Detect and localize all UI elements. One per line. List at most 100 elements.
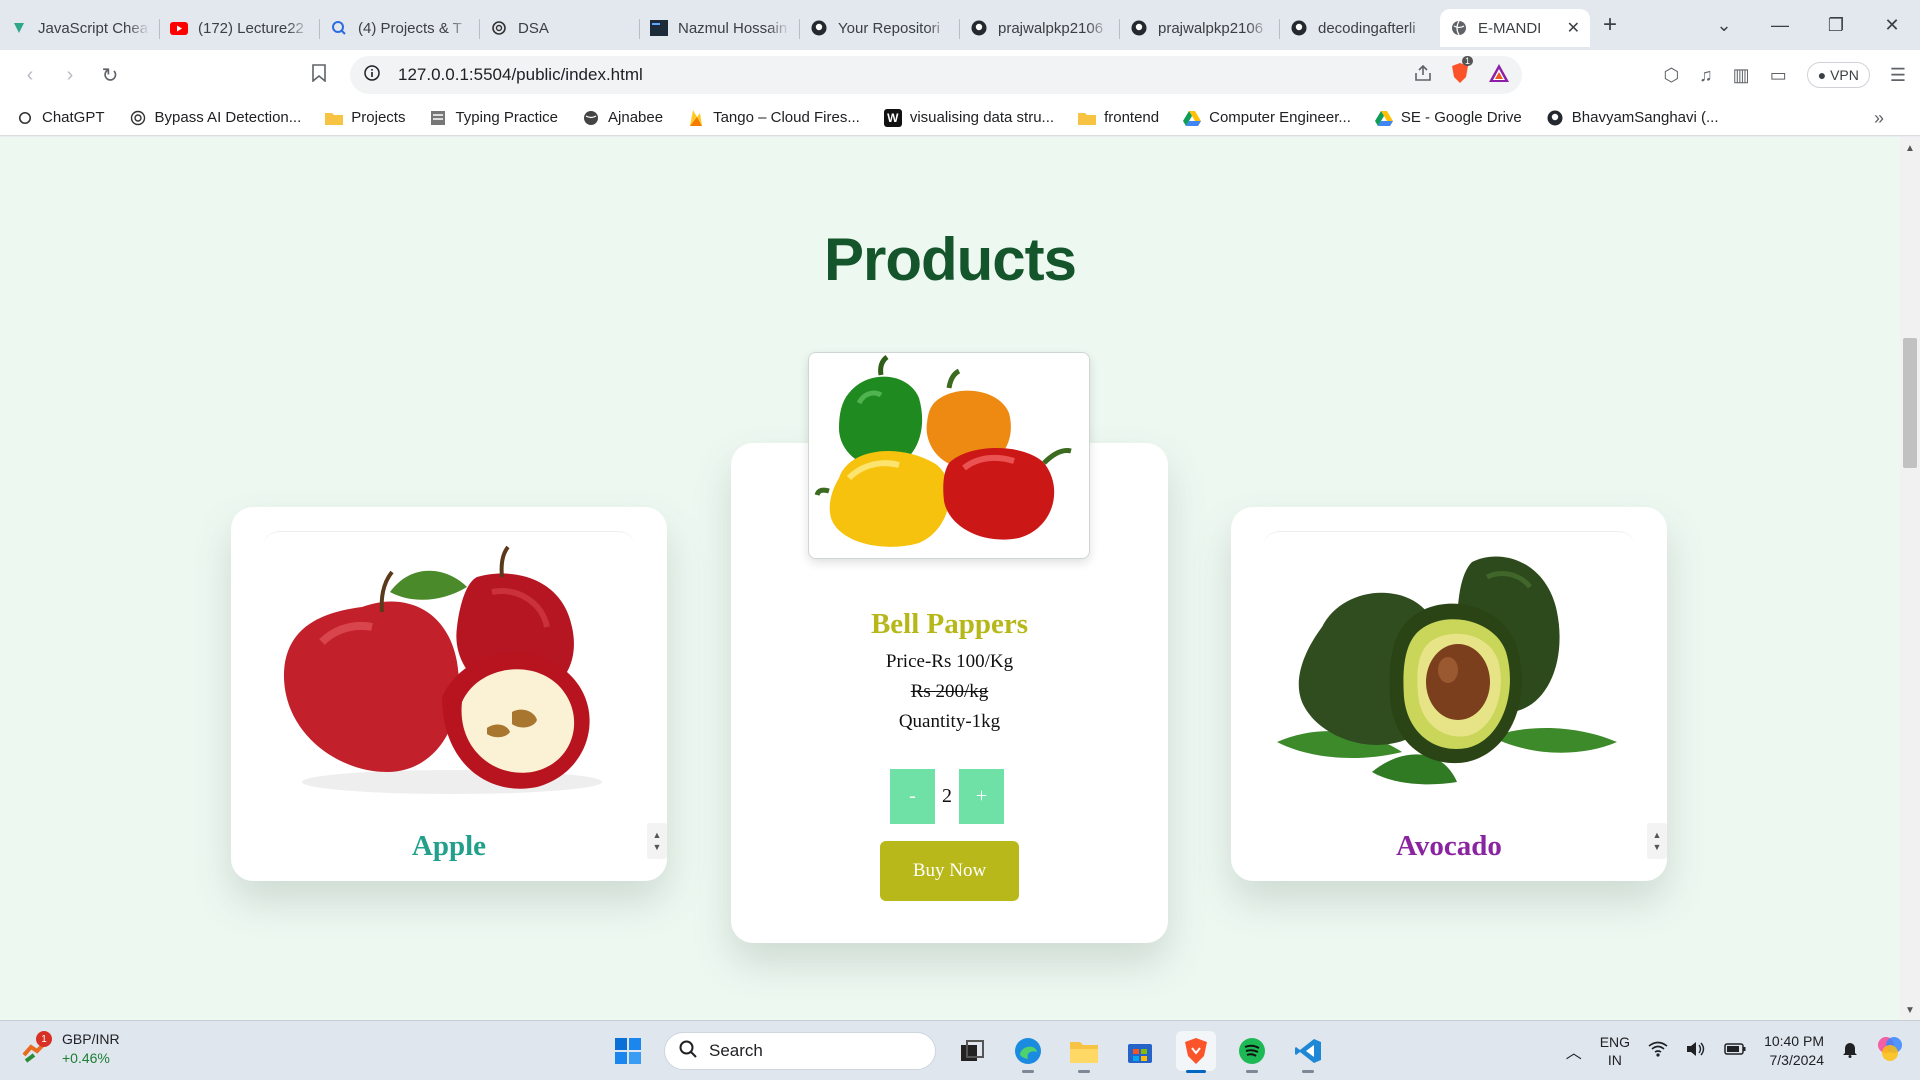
bookmark-item[interactable]: Projects (325, 109, 405, 127)
stock-widget[interactable]: 1 GBP/INR +0.46% (22, 1030, 120, 1068)
bookmark-item[interactable]: Typing Practice (429, 109, 558, 127)
language-line1: ENG (1599, 1034, 1631, 1050)
vscode-icon[interactable] (1288, 1031, 1328, 1073)
browser-tab-active[interactable]: E-MANDI ✕ (1440, 9, 1590, 47)
bookmark-item[interactable]: ChatGPT (16, 109, 105, 127)
scroll-up-icon[interactable]: ▲ (1905, 143, 1915, 154)
bookmark-item[interactable]: Tango – Cloud Fires... (687, 109, 860, 127)
search-icon (679, 1040, 697, 1063)
chatgpt-icon (16, 109, 34, 127)
tab-title: decodingafterli (1318, 19, 1416, 37)
battery-icon[interactable] (1724, 1042, 1746, 1060)
restore-icon[interactable]: ❐ (1808, 15, 1864, 36)
chevron-up-icon[interactable]: ︿ (1566, 1039, 1582, 1063)
product-card-avocado: Avocado ▲ ▼ (1231, 507, 1667, 881)
close-window-icon[interactable]: ✕ (1864, 15, 1920, 36)
product-name: Apple (411, 830, 487, 862)
card-scroll-control[interactable]: ▲ ▼ (1647, 823, 1667, 859)
decrement-button[interactable]: - (890, 769, 935, 824)
bookmark-item[interactable]: Bypass AI Detection... (129, 109, 301, 127)
reload-icon[interactable]: ↻ (90, 63, 130, 88)
browser-tab[interactable]: (4) Projects & T (320, 9, 480, 47)
volume-icon[interactable] (1686, 1041, 1706, 1062)
edge-icon[interactable] (1008, 1031, 1048, 1073)
bookmark-item[interactable]: Computer Engineer... (1183, 109, 1351, 127)
browser-tab[interactable]: Nazmul Hossain (640, 9, 800, 47)
store-icon[interactable] (1120, 1031, 1160, 1071)
search-placeholder: Search (709, 1041, 763, 1060)
buy-now-button[interactable]: Buy Now (880, 841, 1019, 901)
browser-tab[interactable]: prajwalpkp2106 (1120, 9, 1280, 47)
taskbar-search[interactable]: Search (664, 1032, 936, 1070)
sidebar-icon[interactable]: ▥ (1733, 65, 1750, 86)
wallet-icon[interactable]: ▭ (1770, 65, 1787, 86)
brave-icon[interactable] (1176, 1031, 1216, 1073)
language-indicator[interactable]: ENG IN (1600, 1033, 1630, 1069)
browser-tab[interactable]: decodingafterli (1280, 9, 1440, 47)
tab-title: Your Repositori (838, 19, 941, 37)
brave-shields-icon[interactable]: 1 (1450, 55, 1474, 89)
bookmark-item[interactable]: frontend (1078, 109, 1159, 127)
bookmark-item[interactable]: Wvisualising data stru... (883, 108, 1054, 127)
address-bar[interactable]: 127.0.0.1:5504/public/index.html 1 (350, 55, 1522, 94)
browser-toolbar: ‹ › ↻ 127.0.0.1:5504/public/index.html 1… (0, 50, 1920, 100)
scroll-down-icon[interactable]: ▼ (1905, 1005, 1915, 1016)
browser-tab[interactable]: Your Repositori (800, 9, 960, 47)
share-icon[interactable] (1414, 64, 1432, 87)
bookmark-item[interactable]: BhavyamSanghavi (... (1546, 109, 1719, 127)
scroll-down-icon[interactable]: ▼ (653, 841, 662, 853)
tab-title: DSA (518, 19, 549, 37)
notification-bell-icon[interactable] (1842, 1040, 1858, 1063)
avocado-image (1262, 531, 1636, 806)
file-explorer-icon[interactable] (1064, 1031, 1104, 1073)
widget-badge: 1 (36, 1031, 52, 1047)
product-quantity: Quantity-1kg (898, 711, 1001, 732)
site-info-icon[interactable] (364, 64, 380, 86)
extensions-icon[interactable]: ⬡ (1663, 65, 1679, 86)
product-card-apple: Apple ▲ ▼ (231, 507, 667, 881)
more-bookmarks-icon[interactable]: » (1874, 108, 1884, 129)
menu-icon[interactable]: ☰ (1890, 65, 1906, 86)
tab-title: JavaScript Chea (38, 19, 149, 37)
page-content: Products Apple ▲ ▼ Bell Pappers Price-Rs… (0, 137, 1900, 1020)
bookmark-item[interactable]: Ajnabee (582, 109, 663, 127)
minimize-icon[interactable]: — (1752, 15, 1808, 36)
wifi-icon[interactable] (1648, 1041, 1668, 1062)
visualgo-icon: W (883, 108, 902, 127)
back-icon[interactable]: ‹ (10, 64, 50, 87)
task-view-icon[interactable] (952, 1031, 992, 1071)
browser-tab[interactable]: JavaScript Chea (0, 9, 160, 47)
card-scroll-control[interactable]: ▲ ▼ (647, 823, 667, 859)
page-scrollbar[interactable]: ▲ ▼ (1900, 137, 1920, 1020)
youtube-icon (170, 19, 188, 37)
github-icon (1290, 19, 1308, 37)
tab-title: (172) Lecture22 (198, 19, 304, 37)
github-icon (810, 19, 828, 37)
forward-icon[interactable]: › (50, 64, 90, 87)
url-text[interactable]: 127.0.0.1:5504/public/index.html (398, 65, 643, 85)
spotify-icon[interactable] (1232, 1031, 1272, 1073)
scroll-up-icon[interactable]: ▲ (653, 829, 662, 841)
vpn-button[interactable]: ● VPN (1806, 62, 1870, 88)
media-icon[interactable]: ♫ (1699, 65, 1713, 86)
close-tab-icon[interactable]: ✕ (1567, 18, 1580, 38)
scroll-down-icon[interactable]: ▼ (1653, 841, 1662, 853)
bookmark-icon[interactable] (312, 64, 326, 87)
browser-tab[interactable]: prajwalpkp2106 (960, 9, 1120, 47)
bookmark-item[interactable]: SE - Google Drive (1374, 109, 1522, 127)
increment-button[interactable]: + (959, 769, 1004, 824)
tab-search-icon[interactable]: ⌄ (1696, 15, 1752, 36)
copilot-icon[interactable] (1876, 1035, 1904, 1068)
scroll-up-icon[interactable]: ▲ (1653, 829, 1662, 841)
new-tab-button[interactable]: + (1590, 11, 1630, 39)
windows-start-icon[interactable] (608, 1031, 648, 1071)
browser-tab[interactable]: DSA (480, 9, 640, 47)
scrollbar-thumb[interactable] (1903, 338, 1917, 468)
quantity-stepper: - 2 + (890, 769, 1004, 824)
language-line2: IN (1607, 1052, 1622, 1068)
brave-rewards-icon[interactable] (1488, 63, 1510, 88)
page-title: Products (823, 226, 1077, 293)
clock[interactable]: 10:40 PM 7/3/2024 (1764, 1032, 1824, 1070)
browser-tab[interactable]: (172) Lecture22 (160, 9, 320, 47)
product-original-price: Rs 200/kg (910, 681, 989, 702)
